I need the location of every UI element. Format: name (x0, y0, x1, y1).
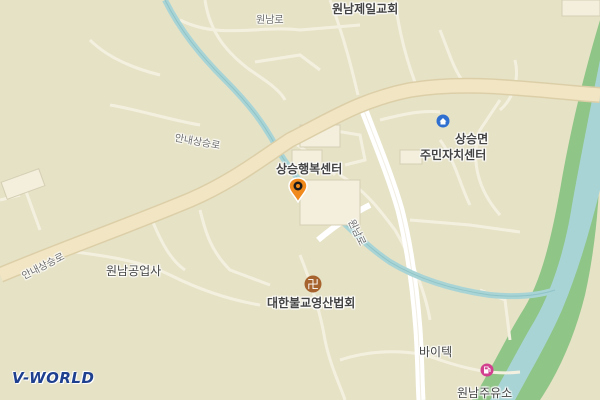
label-residents-autonomy-center[interactable]: 주민자치센터 (420, 146, 486, 163)
svg-text:卍: 卍 (307, 278, 319, 292)
label-biotech[interactable]: 바이텍 (419, 343, 452, 360)
label-wonnam-gas-station[interactable]: 원남주유소 (457, 384, 512, 400)
map-canvas[interactable]: 원남제일교회 원남로 안내상승로 안내상승로 원남로 상승행복센터 상승면 주민… (0, 0, 600, 400)
label-wonnam-jeil-church[interactable]: 원남제일교회 (332, 0, 398, 17)
label-daehan-temple[interactable]: 대한불교영산법회 (267, 294, 355, 311)
label-wonnam-ro: 원남로 (256, 15, 284, 26)
label-sangseung-myeon[interactable]: 상승면 (455, 130, 488, 147)
location-pin-icon[interactable] (288, 177, 308, 207)
government-office-icon[interactable] (436, 113, 450, 132)
label-sangseung-happiness-center[interactable]: 상승행복센터 (276, 160, 342, 177)
vworld-logo: V-WORLD (12, 369, 95, 387)
gas-station-icon[interactable] (480, 362, 494, 381)
label-wonnam-gongupsa[interactable]: 원남공업사 (106, 262, 161, 279)
minor-roads (0, 0, 521, 400)
